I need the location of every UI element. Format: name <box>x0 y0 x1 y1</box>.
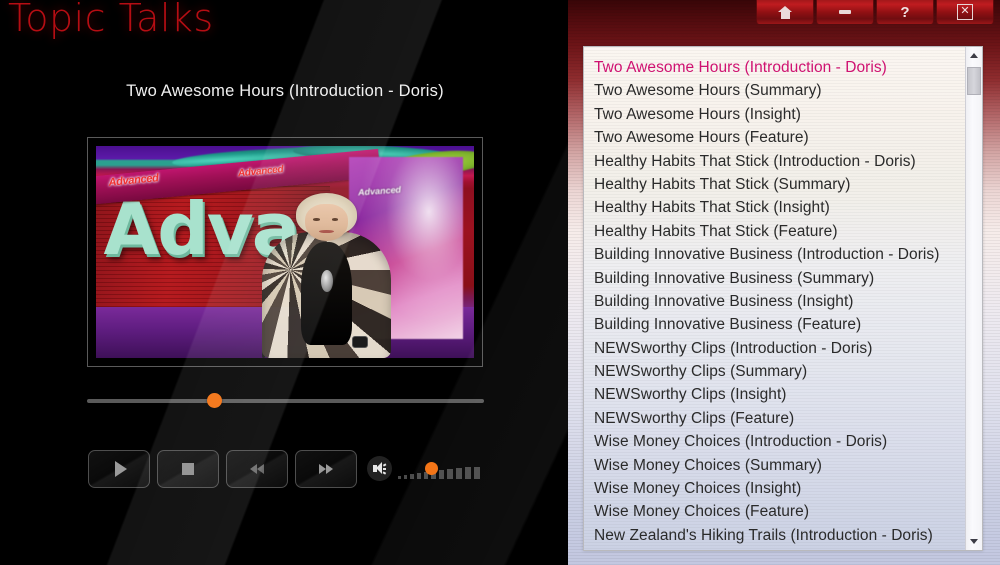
playlist-item[interactable]: Building Innovative Business (Feature) <box>584 313 966 336</box>
playlist-item[interactable]: Building Innovative Business (Introducti… <box>584 243 966 266</box>
volume-tick <box>439 470 445 479</box>
stop-icon <box>182 463 194 475</box>
playlist-pane: ? ✕ Two Awesome Hours (Introduction - Do… <box>568 0 1000 565</box>
mute-button[interactable] <box>367 456 392 481</box>
presenter-eye-left <box>313 218 320 221</box>
volume-tick <box>404 475 408 479</box>
playlist-item[interactable]: NEWSworthy Clips (Feature) <box>584 407 966 430</box>
window-controls: ? ✕ <box>568 0 1000 24</box>
playlist-item[interactable]: Building Innovative Business (Insight) <box>584 290 966 313</box>
playlist-item[interactable]: Building Innovative Business (Summary) <box>584 267 966 290</box>
chevron-up-icon <box>970 53 978 58</box>
question-mark-icon: ? <box>900 3 910 21</box>
playlist-item[interactable]: NEWSworthy Clips (Summary) <box>584 360 966 383</box>
play-button[interactable] <box>88 450 150 488</box>
progress-thumb[interactable] <box>207 393 223 408</box>
scroll-down-button[interactable] <box>966 533 982 550</box>
play-icon <box>114 461 127 477</box>
close-button[interactable]: ✕ <box>936 0 994 24</box>
studio-banner-text-2: Advanced <box>237 164 284 180</box>
volume-tick <box>417 473 422 479</box>
presenter-mouth <box>319 229 334 233</box>
playlist-item[interactable]: Two Awesome Hours (Summary) <box>584 79 966 102</box>
app-title: Topic Talks <box>8 0 214 40</box>
volume-tick <box>447 469 453 479</box>
volume-tick <box>398 476 401 479</box>
volume-tick <box>473 466 481 479</box>
volume-tick <box>410 474 415 479</box>
scrollbar-thumb[interactable] <box>967 67 981 95</box>
playlist-item[interactable]: Wise Money Choices (Feature) <box>584 500 966 523</box>
playlist-scrollbar[interactable] <box>965 47 982 550</box>
playlist-item[interactable]: Wise Money Choices (Insight) <box>584 477 966 500</box>
progress-track <box>87 399 484 403</box>
player-pane: Topic Talks Two Awesome Hours (Introduct… <box>0 0 570 565</box>
playlist-item[interactable]: Healthy Habits That Stick (Insight) <box>584 196 966 219</box>
playlist-listbox[interactable]: Two Awesome Hours (Introduction - Doris)… <box>583 46 983 551</box>
playlist-item[interactable]: Wise Money Choices (Summary) <box>584 454 966 477</box>
help-button[interactable]: ? <box>876 0 934 24</box>
playlist-item[interactable]: Healthy Habits That Stick (Feature) <box>584 220 966 243</box>
rewind-button[interactable] <box>226 450 288 488</box>
video-still: Adva Advanced Advanced Advanced <box>96 146 474 358</box>
home-button[interactable] <box>756 0 814 24</box>
now-playing-title: Two Awesome Hours (Introduction - Doris) <box>126 82 444 100</box>
studio-banner-text-1: Advanced <box>107 172 159 190</box>
volume-slider[interactable] <box>398 459 486 479</box>
presenter-necklace <box>321 270 333 292</box>
playlist-item[interactable]: New Zealand's Hiking Trails (Introductio… <box>584 524 966 547</box>
presenter-face <box>304 204 349 241</box>
playlist-item[interactable]: Two Awesome Hours (Insight) <box>584 103 966 126</box>
playlist-item[interactable]: Healthy Habits That Stick (Summary) <box>584 173 966 196</box>
playlist-item[interactable]: NEWSworthy Clips (Introduction - Doris) <box>584 337 966 360</box>
minimize-icon <box>839 10 851 14</box>
presenter-shirt <box>300 242 353 345</box>
playlist-item[interactable]: Two Awesome Hours (Introduction - Doris) <box>584 56 966 79</box>
home-icon <box>777 5 793 19</box>
chevron-down-icon <box>970 539 978 544</box>
presenter-eye-right <box>331 218 339 221</box>
video-player[interactable]: Adva Advanced Advanced Advanced <box>87 137 483 367</box>
playlist-item[interactable]: Healthy Habits That Stick (Introduction … <box>584 150 966 173</box>
playlist-items: Two Awesome Hours (Introduction - Doris)… <box>584 56 966 547</box>
playlist-item[interactable]: NEWSworthy Clips (Insight) <box>584 383 966 406</box>
presenter-figure <box>262 192 391 358</box>
volume-thumb[interactable] <box>425 461 438 475</box>
rewind-icon <box>250 464 264 474</box>
playlist-item[interactable]: Two Awesome Hours (Feature) <box>584 126 966 149</box>
volume-tick <box>464 467 471 479</box>
volume-tick <box>455 468 462 479</box>
application-window: Topic Talks Two Awesome Hours (Introduct… <box>0 0 1000 565</box>
stop-button[interactable] <box>157 450 219 488</box>
scroll-up-button[interactable] <box>966 47 982 64</box>
transport-controls <box>88 450 364 488</box>
playback-progress-slider[interactable] <box>87 393 484 409</box>
presenter-watch <box>352 336 369 349</box>
close-icon: ✕ <box>957 4 973 20</box>
fast-forward-button[interactable] <box>295 450 357 488</box>
playlist-item[interactable]: Wise Money Choices (Introduction - Doris… <box>584 430 966 453</box>
minimize-button[interactable] <box>816 0 874 24</box>
fast-forward-icon <box>319 464 333 474</box>
volume-control <box>367 456 486 481</box>
